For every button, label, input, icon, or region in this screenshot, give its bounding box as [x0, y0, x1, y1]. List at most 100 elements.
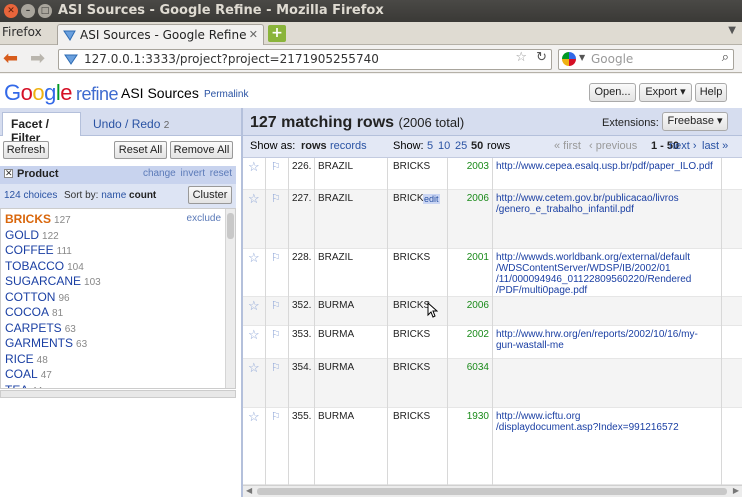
star-row-icon[interactable]: ☆ — [248, 160, 260, 173]
facet-choice-item[interactable]: GOLD 122 — [5, 228, 59, 242]
search-icon[interactable]: ⌕ — [722, 50, 729, 65]
year-cell[interactable]: 2001 — [452, 252, 489, 263]
country-cell[interactable]: BRAZIL — [318, 193, 353, 204]
source-url-cell[interactable]: http://wwwds.worldbank.org/external/defa… — [496, 252, 721, 296]
facet-reset-link[interactable]: reset — [210, 168, 232, 179]
country-cell[interactable]: BRAZIL — [318, 161, 353, 172]
minimize-window-button[interactable]: – — [21, 4, 35, 18]
source-url-cell[interactable]: http://www.cepea.esalq.usp.br/pdf/paper_… — [496, 161, 721, 172]
source-url-link[interactable]: /WDSContentServer/WDSP/IB/2002/01 — [496, 263, 721, 274]
cluster-button[interactable]: Cluster — [188, 186, 232, 204]
flag-row-icon[interactable]: ⚐ — [271, 411, 281, 423]
back-arrow-icon[interactable]: ⬅ — [3, 48, 18, 69]
source-url-link[interactable]: http://www.hrw.org/en/reports/2002/10/16… — [496, 329, 721, 340]
facet-choice-item[interactable]: RICE 48 — [5, 352, 48, 366]
freebase-menu-button[interactable]: Freebase ▾ — [662, 112, 728, 131]
sort-name-link[interactable]: name — [101, 190, 126, 201]
source-url-cell[interactable]: http://www.cetem.gov.br/publicacao/livro… — [496, 193, 721, 215]
flag-row-icon[interactable]: ⚐ — [271, 300, 281, 312]
year-cell[interactable]: 6034 — [452, 362, 489, 373]
facet-change-link[interactable]: change — [143, 168, 176, 179]
page-size-50[interactable]: 50 — [471, 140, 483, 152]
facet-choice-item[interactable]: GARMENTS 63 — [5, 336, 87, 350]
exclude-link[interactable]: exclude — [187, 213, 221, 224]
source-url-link[interactable]: /displaydocument.asp?Index=991216572 — [496, 422, 721, 433]
new-tab-button[interactable]: + — [268, 25, 286, 42]
star-row-icon[interactable]: ☆ — [248, 299, 260, 312]
country-cell[interactable]: BURMA — [318, 329, 354, 340]
star-row-icon[interactable]: ☆ — [248, 328, 260, 341]
show-records-toggle[interactable]: records — [330, 140, 367, 152]
product-cell[interactable]: BRICKS — [393, 329, 430, 340]
choices-count-link[interactable]: 124 choices — [4, 190, 57, 201]
search-engine-dropdown-icon[interactable]: ▼ — [579, 53, 585, 62]
search-bar[interactable]: ▼ Google ⌕ — [558, 49, 734, 70]
tab-undo-redo[interactable]: Undo / Redo 2 — [93, 117, 169, 131]
facet-list-scrollbar[interactable] — [225, 209, 235, 388]
source-url-cell[interactable]: http://www.hrw.org/en/reports/2002/10/16… — [496, 329, 721, 351]
project-name[interactable]: ASI Sources — [121, 85, 199, 101]
source-url-link[interactable]: /genero_e_trabalho_infantil.pdf — [496, 204, 721, 215]
show-rows-toggle[interactable]: rows — [301, 140, 327, 152]
source-url-link[interactable]: /11/000094946_01122809560220/Rendered — [496, 274, 721, 285]
reset-all-button[interactable]: Reset All — [114, 141, 167, 159]
facet-choice-item[interactable]: BRICKS 127 — [5, 212, 71, 226]
year-cell[interactable]: 2006 — [452, 300, 489, 311]
year-cell[interactable]: 2003 — [452, 161, 489, 172]
next-page-link[interactable]: next › — [669, 140, 697, 152]
firefox-menu-button[interactable]: Firefox — [2, 25, 42, 39]
close-window-button[interactable]: ✕ — [4, 4, 18, 18]
product-cell[interactable]: BRICKS — [393, 161, 430, 172]
export-button[interactable]: Export ▾ — [639, 83, 692, 102]
star-row-icon[interactable]: ☆ — [248, 192, 260, 205]
site-identity-icon[interactable] — [64, 53, 78, 66]
product-cell[interactable]: BRICKS — [393, 362, 430, 373]
facet-resize-handle[interactable] — [0, 390, 236, 398]
grid-horizontal-scrollbar[interactable]: ◀ ▶ — [243, 485, 742, 497]
flag-row-icon[interactable]: ⚐ — [271, 161, 281, 173]
year-cell[interactable]: 1930 — [452, 411, 489, 422]
first-page-link[interactable]: « first — [554, 140, 581, 152]
refresh-button[interactable]: Refresh — [3, 141, 49, 159]
product-cell[interactable]: BRICKS — [393, 411, 430, 422]
forward-arrow-icon[interactable]: ➡ — [30, 48, 45, 69]
facet-choice-item[interactable]: CARPETS 63 — [5, 321, 76, 335]
product-cell[interactable]: BRICKS — [393, 300, 430, 311]
year-cell[interactable]: 2002 — [452, 329, 489, 340]
source-url-cell[interactable]: http://www.icftu.org/displaydocument.asp… — [496, 411, 721, 433]
permalink-link[interactable]: Permalink — [204, 89, 248, 100]
product-cell[interactable]: BRICKS — [393, 252, 430, 263]
country-cell[interactable]: BURMA — [318, 300, 354, 311]
facet-choice-item[interactable]: TOBACCO 104 — [5, 259, 84, 273]
remove-facet-icon[interactable]: ✕ — [4, 169, 13, 179]
sort-count-link[interactable]: count — [129, 190, 156, 201]
source-url-link[interactable]: http://www.cepea.esalq.usp.br/pdf/paper_… — [496, 161, 721, 172]
google-refine-logo[interactable]: Google refine — [4, 80, 119, 106]
facet-choice-list[interactable]: BRICKS 127 GOLD 122 COFFEE 111 TOBACCO 104 SUGAR… — [0, 208, 236, 389]
facet-choice-item[interactable]: SUGARCANE 103 — [5, 274, 101, 288]
page-size-5[interactable]: 5 — [427, 140, 433, 152]
remove-all-button[interactable]: Remove All — [170, 141, 233, 159]
last-page-link[interactable]: last » — [702, 140, 728, 152]
scroll-right-icon[interactable]: ▶ — [733, 486, 739, 495]
flag-row-icon[interactable]: ⚐ — [271, 252, 281, 264]
google-search-engine-icon[interactable] — [562, 52, 576, 66]
tab-facet-filter[interactable]: Facet / Filter — [2, 112, 81, 145]
flag-row-icon[interactable]: ⚐ — [271, 362, 281, 374]
page-size-25[interactable]: 25 — [455, 140, 467, 152]
source-url-link[interactable]: http://wwwds.worldbank.org/external/defa… — [496, 252, 721, 263]
year-cell[interactable]: 2006 — [452, 193, 489, 204]
cell-edit-button[interactable]: edit — [423, 194, 440, 204]
source-url-link[interactable]: http://www.icftu.org — [496, 411, 721, 422]
scroll-left-icon[interactable]: ◀ — [246, 486, 252, 495]
page-size-10[interactable]: 10 — [438, 140, 450, 152]
bookmark-star-icon[interactable]: ☆ — [515, 50, 527, 65]
facet-invert-link[interactable]: invert — [181, 168, 205, 179]
url-bar[interactable]: 127.0.0.1:3333/project?project=217190525… — [58, 49, 552, 70]
previous-page-link[interactable]: ‹ previous — [589, 140, 637, 152]
facet-list-scroll-thumb[interactable] — [227, 213, 234, 239]
flag-row-icon[interactable]: ⚐ — [271, 329, 281, 341]
facet-choice-item[interactable]: COFFEE 111 — [5, 243, 72, 257]
country-cell[interactable]: BRAZIL — [318, 252, 353, 263]
star-row-icon[interactable]: ☆ — [248, 410, 260, 423]
